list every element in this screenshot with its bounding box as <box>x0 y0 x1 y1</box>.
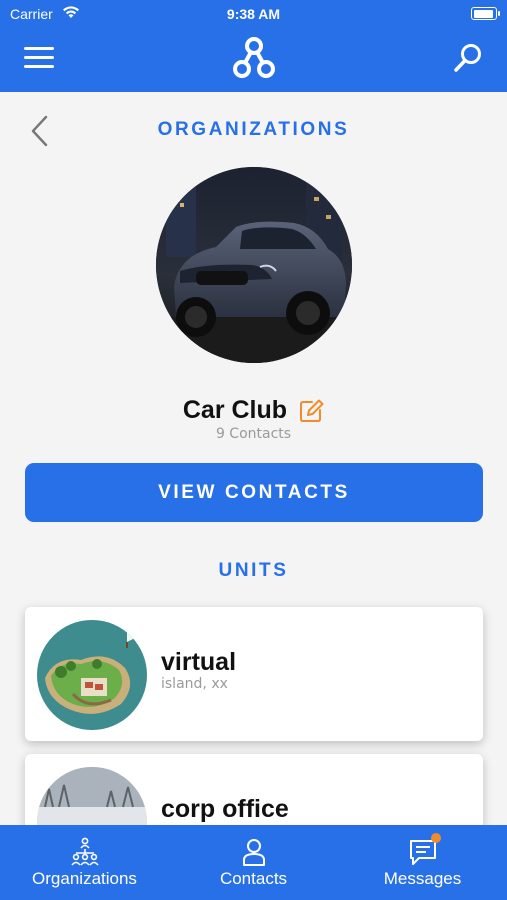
hamburger-menu-icon[interactable] <box>24 47 54 71</box>
page-title: ORGANIZATIONS <box>157 119 350 140</box>
unit-card-virtual[interactable]: virtual island, xx <box>25 607 483 741</box>
battery-icon <box>471 7 500 20</box>
tab-label: Organizations <box>32 869 137 888</box>
tab-messages[interactable]: Messages <box>338 825 507 900</box>
person-icon <box>242 839 265 866</box>
unit-thumbnail <box>37 620 147 730</box>
tab-organizations[interactable]: Organizations <box>0 825 169 900</box>
unit-name: corp office <box>161 795 289 823</box>
contacts-count: 9 Contacts <box>215 426 292 442</box>
bottom-tab-bar: Organizations Contacts Messages <box>0 825 507 900</box>
organization-tree-icon <box>70 837 99 866</box>
tab-label: Messages <box>383 869 462 888</box>
search-icon[interactable] <box>452 42 484 74</box>
suv-photo-image <box>156 167 352 363</box>
tab-label: Contacts <box>219 869 288 888</box>
unit-location: island, xx <box>161 676 228 692</box>
organization-avatar <box>156 167 352 363</box>
unread-badge <box>430 833 441 843</box>
app-logo-icon[interactable] <box>231 36 277 82</box>
organization-name: Car Club <box>182 396 288 424</box>
tab-contacts[interactable]: Contacts <box>169 825 338 900</box>
view-contacts-button[interactable]: VIEW CONTACTS <box>25 463 483 522</box>
unit-name: virtual <box>161 648 237 676</box>
battery-level <box>473 9 493 18</box>
app-header: Carrier 9:38 AM <box>0 0 507 92</box>
status-bar: Carrier 9:38 AM <box>0 0 507 28</box>
island-image <box>37 620 147 730</box>
status-time: 9:38 AM <box>226 6 281 22</box>
pencil-edit-icon[interactable] <box>298 398 324 424</box>
units-section-title: UNITS <box>218 560 289 581</box>
organization-name-row: Car Club <box>0 396 507 425</box>
